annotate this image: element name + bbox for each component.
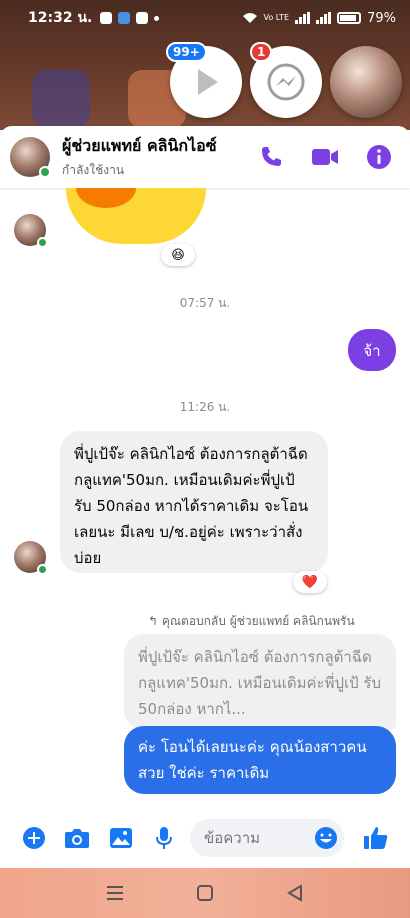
profile-chathead[interactable] xyxy=(330,46,402,118)
tiktok-notif-icon xyxy=(136,12,149,24)
game-app-icon xyxy=(32,70,90,128)
message-reaction[interactable]: ❤️ xyxy=(293,571,327,593)
incoming-message[interactable]: พี่ปูเป้จ๊ะ คลินิกไอซ์ ต้องการกลูต้าฉีด … xyxy=(60,431,328,573)
contact-status: กำลังใช้งาน xyxy=(62,163,125,177)
header-actions xyxy=(256,142,400,172)
notification-icons xyxy=(100,12,160,24)
app-notif-icon xyxy=(118,12,131,24)
contact-name: ผู้ช่วยแพทย์ คลินิกไอซ์ xyxy=(62,136,217,155)
message-timestamp: 11:26 น. xyxy=(179,400,231,414)
voice-button[interactable] xyxy=(143,816,187,860)
signal-icon-2 xyxy=(316,12,332,24)
message-composer xyxy=(0,808,410,868)
reply-message[interactable]: ค่ะ โอนได้เลยนะค่ะ คุณน้องสาวคนสวย ใช่ค่… xyxy=(124,726,396,794)
home-icon[interactable] xyxy=(196,884,214,902)
back-icon[interactable] xyxy=(286,884,304,902)
info-button[interactable] xyxy=(364,142,394,172)
chathead-badge: 1 xyxy=(250,42,273,62)
battery-icon xyxy=(337,12,362,24)
reply-label: ↰ คุณตอบกลับ ผู้ช่วยแพทย์ คลินิกนพรัน xyxy=(148,612,355,631)
youtube-chathead[interactable]: 99+ xyxy=(166,42,242,118)
more-actions-button[interactable] xyxy=(12,816,56,860)
sticker-reaction[interactable]: 😆 xyxy=(161,244,195,266)
status-time: 12:32 น. xyxy=(28,10,93,26)
sticker-message[interactable] xyxy=(66,188,206,244)
contact-info[interactable]: ผู้ช่วยแพทย์ คลินิกไอซ์ กำลังใช้งาน xyxy=(62,134,242,180)
reply-label-text: คุณตอบกลับ ผู้ช่วยแพทย์ คลินิกนพรัน xyxy=(161,614,355,628)
play-icon xyxy=(198,69,218,95)
chathead-badge: 99+ xyxy=(166,42,207,62)
like-button[interactable] xyxy=(354,816,398,860)
contact-avatar[interactable] xyxy=(10,137,51,178)
system-nav-bar xyxy=(0,868,410,918)
gallery-icon xyxy=(109,828,132,848)
call-button[interactable] xyxy=(256,142,286,172)
message-input[interactable] xyxy=(204,829,314,847)
wifi-icon xyxy=(242,13,257,23)
signal-icon xyxy=(295,12,311,24)
camera-icon xyxy=(65,829,90,848)
recents-icon[interactable] xyxy=(106,885,124,901)
online-indicator xyxy=(37,564,48,575)
message-timestamp: 07:57 น. xyxy=(179,296,231,310)
mic-icon xyxy=(156,827,173,849)
emoji-button[interactable] xyxy=(314,826,338,854)
sender-avatar[interactable] xyxy=(14,214,48,248)
info-icon xyxy=(367,145,391,169)
messenger-chathead[interactable]: 1 xyxy=(250,42,322,118)
sender-avatar[interactable] xyxy=(14,541,48,575)
gallery-button[interactable] xyxy=(99,816,143,860)
status-right: Vo LTE 79% xyxy=(242,10,396,26)
conversation-header: ผู้ช่วยแพทย์ คลินิกไอซ์ กำลังใช้งาน xyxy=(0,126,410,188)
message-input-wrapper xyxy=(190,819,345,857)
online-indicator xyxy=(39,166,51,178)
messenger-notif-icon xyxy=(100,12,113,24)
emoji-icon xyxy=(315,827,338,849)
phone-icon xyxy=(262,147,281,166)
volte-label: Vo LTE xyxy=(263,13,290,22)
home-app-icons xyxy=(32,70,186,128)
video-call-button[interactable] xyxy=(310,142,340,172)
battery-percent: 79% xyxy=(367,10,396,26)
outgoing-message[interactable]: จ้า xyxy=(348,329,396,371)
sticker-art xyxy=(76,188,136,208)
quoted-message[interactable]: พี่ปูเป้จ๊ะ คลินิกไอซ์ ต้องการกลูต้าฉีด … xyxy=(124,634,396,730)
video-icon xyxy=(312,149,338,165)
online-indicator xyxy=(37,237,48,248)
message-list[interactable]: 😆 07:57 น. จ้า 11:26 น. พี่ปูเป้จ๊ะ คลิน… xyxy=(0,188,410,808)
reply-arrow-icon: ↰ xyxy=(148,614,162,628)
messenger-icon xyxy=(267,63,305,101)
plus-icon xyxy=(22,827,45,849)
status-bar: 12:32 น. Vo LTE 79% xyxy=(0,0,410,36)
like-icon xyxy=(364,827,388,849)
more-notif-dot xyxy=(154,15,160,21)
camera-button[interactable] xyxy=(56,816,100,860)
